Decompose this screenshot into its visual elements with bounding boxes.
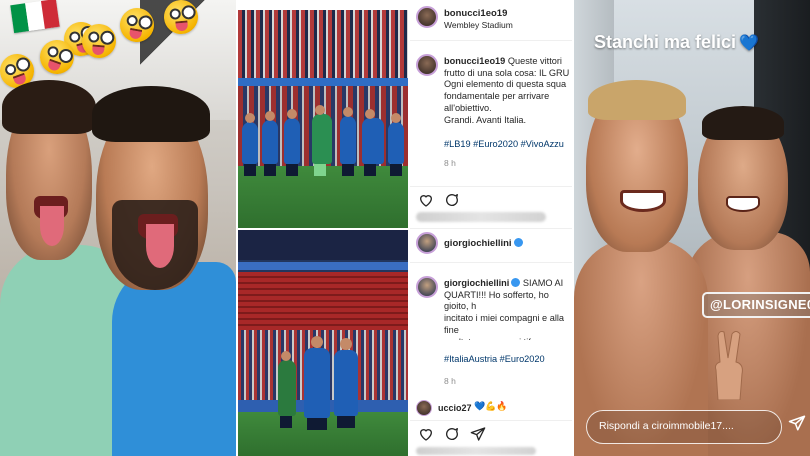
story-text: Stanchi ma felici 💙 bbox=[594, 32, 759, 53]
post-two-username[interactable]: giorgiochiellini bbox=[444, 237, 523, 249]
player-figure bbox=[388, 113, 404, 176]
section-divider bbox=[410, 228, 572, 229]
player-two-tongue bbox=[146, 224, 174, 268]
caption-avatar[interactable] bbox=[416, 276, 438, 298]
player-two-smile bbox=[726, 196, 760, 212]
caption-username[interactable]: bonucci1eo19 bbox=[444, 56, 505, 66]
heart-icon[interactable] bbox=[418, 192, 434, 208]
comment-emojis: 💙💪🔥 bbox=[474, 401, 508, 411]
heart-icon[interactable] bbox=[418, 426, 434, 442]
ad-board bbox=[238, 78, 408, 86]
header-divider bbox=[410, 40, 572, 41]
comment-icon[interactable] bbox=[444, 426, 460, 442]
actions-divider bbox=[410, 420, 572, 421]
post-one-photo[interactable] bbox=[238, 10, 408, 228]
stadium-stands bbox=[238, 10, 408, 80]
goalkeeper-figure bbox=[312, 105, 332, 176]
share-icon[interactable] bbox=[470, 426, 486, 442]
caption-username[interactable]: giorgiochiellini bbox=[444, 278, 509, 288]
player-one-hair bbox=[588, 80, 686, 120]
post-one-actions bbox=[418, 192, 460, 208]
post-one-username[interactable]: bonucci1eo19 bbox=[444, 8, 507, 19]
comment-username[interactable]: uccio27 bbox=[438, 403, 472, 413]
send-icon[interactable] bbox=[788, 414, 806, 432]
caption-text: Queste vittori frutto di una sola cosa: … bbox=[444, 56, 570, 125]
caption-avatar[interactable] bbox=[416, 54, 438, 76]
player-figure bbox=[304, 336, 330, 430]
post-two-caption: giorgiochiellini SIAMO AI QUARTI!!! Ho s… bbox=[444, 278, 572, 340]
stadium-stands bbox=[238, 230, 408, 260]
instagram-screenshots-panel: bonucci1eo19 Wembley Stadium bonucci1eo1… bbox=[238, 0, 572, 456]
post-two-details: giorgiochiellini giorgiochiellini SIAMO … bbox=[410, 228, 572, 456]
post-two-time: 8 h bbox=[444, 376, 456, 386]
verified-badge-icon bbox=[511, 278, 521, 288]
blurred-likes bbox=[416, 212, 546, 222]
player-figure bbox=[262, 111, 278, 176]
post-two-username-text[interactable]: giorgiochiellini bbox=[444, 238, 512, 249]
post-two-photo[interactable] bbox=[238, 230, 408, 456]
header-divider bbox=[410, 262, 572, 263]
post-one-time: 8 h bbox=[444, 158, 456, 168]
comment-icon[interactable] bbox=[444, 192, 460, 208]
blue-heart-icon: 💙 bbox=[739, 35, 759, 52]
post-one-hashtags[interactable]: #LB19 #Euro2020 #VivoAzzu bbox=[444, 139, 564, 149]
player-one-smile bbox=[620, 190, 666, 212]
post-two-actions bbox=[418, 426, 486, 442]
player-figure bbox=[334, 338, 358, 428]
post-one-location[interactable]: Wembley Stadium bbox=[444, 20, 513, 30]
comment-avatar[interactable] bbox=[416, 400, 432, 416]
player-figure bbox=[284, 109, 300, 176]
post-two-avatar[interactable] bbox=[416, 232, 438, 254]
left-story-panel bbox=[0, 0, 236, 456]
verified-badge-icon bbox=[513, 237, 523, 247]
reply-input[interactable]: Rispondi a ciroimmobile17.... bbox=[586, 410, 782, 444]
player-figure bbox=[242, 113, 258, 176]
post-one-details: bonucci1eo19 Wembley Stadium bonucci1eo1… bbox=[410, 0, 572, 228]
player-two-shirt bbox=[112, 262, 236, 456]
right-story-panel: Stanchi ma felici💙 @LORINSIGNE0F Rispond… bbox=[574, 0, 810, 456]
player-two-hair bbox=[92, 86, 210, 142]
player-figure bbox=[340, 107, 356, 176]
post-one-caption: bonucci1eo19 Queste vittori frutto di un… bbox=[444, 56, 572, 152]
ad-board bbox=[238, 262, 408, 270]
blurred-likes bbox=[416, 447, 536, 455]
player-figure bbox=[362, 109, 384, 176]
stadium-red-seats bbox=[238, 272, 408, 330]
actions-divider bbox=[410, 186, 572, 187]
story-text-label: Stanchi ma felici bbox=[594, 32, 737, 52]
mention-sticker[interactable]: @LORINSIGNE0F bbox=[702, 292, 810, 318]
player-two-hair bbox=[702, 106, 784, 140]
post-two-hashtags[interactable]: #ItaliaAustria #Euro2020 bbox=[444, 354, 545, 364]
referee-figure bbox=[278, 351, 296, 428]
player-one-hair bbox=[2, 80, 96, 134]
peace-hand bbox=[715, 331, 743, 400]
post-one-avatar[interactable] bbox=[416, 6, 438, 28]
player-one-tongue bbox=[40, 206, 64, 246]
